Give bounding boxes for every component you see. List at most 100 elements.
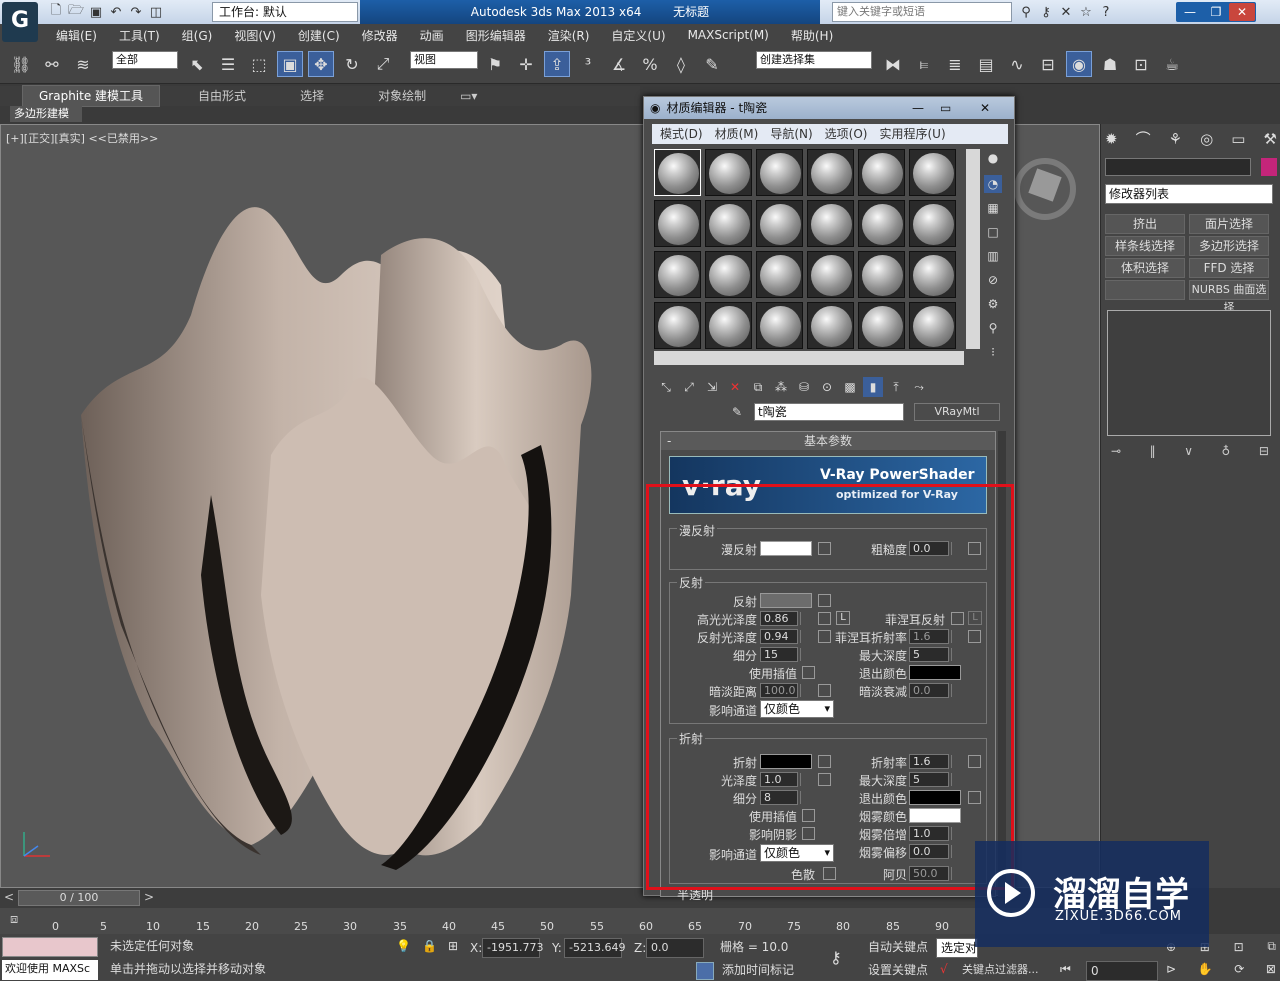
- go-to-parent-icon[interactable]: ⤒: [886, 377, 906, 397]
- display-tab-icon[interactable]: ▭: [1231, 130, 1245, 148]
- search-input[interactable]: 键入关键字或短语: [832, 2, 1012, 22]
- modifier-nurbs-select-button[interactable]: NURBS 曲面选择: [1189, 280, 1269, 314]
- show-end-result-icon[interactable]: ▮: [863, 377, 883, 397]
- me-menu-modes[interactable]: 模式(D): [660, 124, 703, 144]
- select-by-material-icon[interactable]: ⚲: [984, 319, 1002, 337]
- select-move-icon[interactable]: ✥: [308, 51, 334, 77]
- sample-slot[interactable]: [909, 200, 956, 247]
- remove-modifier-icon[interactable]: ♁: [1222, 444, 1231, 458]
- viewcube-icon[interactable]: [1014, 158, 1076, 220]
- sample-slots-vscroll[interactable]: [966, 149, 980, 349]
- modifier-vol-select-button[interactable]: 体积选择: [1105, 258, 1185, 278]
- pivot-center-icon[interactable]: ⚑: [482, 51, 508, 77]
- render-production-icon[interactable]: ☕: [1159, 51, 1185, 77]
- modifier-empty-button[interactable]: [1105, 280, 1185, 300]
- me-menu-options[interactable]: 选项(O): [825, 124, 868, 144]
- sample-slot-active[interactable]: [654, 149, 701, 196]
- configure-sets-icon[interactable]: ⊟: [1259, 444, 1269, 458]
- pan-icon[interactable]: ✋: [1198, 962, 1213, 976]
- material-id-icon[interactable]: ⊙: [817, 377, 837, 397]
- time-slider[interactable]: 0 / 100: [18, 890, 140, 906]
- sample-slot[interactable]: [858, 149, 905, 196]
- snap-toggle-icon[interactable]: ³: [575, 51, 601, 77]
- menu-animation[interactable]: 动画: [420, 27, 444, 44]
- lock-selection-icon[interactable]: 🔒: [422, 939, 437, 953]
- sample-slot[interactable]: [756, 251, 803, 298]
- manipulate-icon[interactable]: ✛: [513, 51, 539, 77]
- modifier-spline-select-button[interactable]: 样条线选择: [1105, 236, 1185, 256]
- ribbon-options-icon[interactable]: ▭▾: [460, 89, 477, 103]
- menu-create[interactable]: 创建(C): [298, 27, 340, 44]
- go-forward-sibling-icon[interactable]: ⤳: [909, 377, 929, 397]
- get-material-icon[interactable]: ⤡: [656, 377, 676, 397]
- save-icon[interactable]: ▣: [86, 3, 106, 21]
- key-filter-icon[interactable]: √: [940, 962, 948, 976]
- me-menu-navigation[interactable]: 导航(N): [770, 124, 812, 144]
- link-icon[interactable]: ⛓: [8, 51, 34, 77]
- new-file-icon[interactable]: 🗋: [46, 3, 66, 21]
- modifier-patch-select-button[interactable]: 面片选择: [1189, 214, 1269, 234]
- sample-slot[interactable]: [705, 200, 752, 247]
- sample-type-icon[interactable]: ●: [984, 149, 1002, 167]
- named-selection-dropdown[interactable]: 创建选择集: [756, 51, 872, 69]
- modifier-list-dropdown[interactable]: 修改器列表: [1105, 184, 1273, 204]
- graphite-toggle-icon[interactable]: ▤: [973, 51, 999, 77]
- sample-slot[interactable]: [807, 149, 854, 196]
- put-to-scene-icon[interactable]: ⤢: [679, 377, 699, 397]
- options-icon[interactable]: ⚙: [984, 295, 1002, 313]
- abs-mode-icon[interactable]: ⊞: [448, 939, 458, 953]
- tab-freeform[interactable]: 自由形式: [182, 86, 262, 106]
- menu-edit[interactable]: 编辑(E): [56, 27, 97, 44]
- auto-key-button[interactable]: 自动关键点: [864, 938, 932, 958]
- rollout-header[interactable]: - 基本参数: [661, 432, 995, 450]
- help-icon[interactable]: ?: [1096, 3, 1116, 21]
- undo-icon[interactable]: ↶: [106, 3, 126, 21]
- sample-slot[interactable]: [756, 149, 803, 196]
- menu-group[interactable]: 组(G): [182, 27, 213, 44]
- align-icon[interactable]: ⫢: [911, 51, 937, 77]
- app-logo-icon[interactable]: G: [2, 2, 38, 42]
- modifier-extrude-button[interactable]: 挤出: [1105, 214, 1185, 234]
- open-file-icon[interactable]: 🗁: [66, 3, 86, 21]
- track-bar-menu-icon[interactable]: ⧈: [10, 912, 18, 927]
- redo-icon[interactable]: ↷: [126, 3, 146, 21]
- object-color-swatch[interactable]: [1261, 158, 1277, 176]
- background-icon[interactable]: ▦: [984, 199, 1002, 217]
- material-name-field[interactable]: t陶瓷: [754, 403, 904, 421]
- reset-map-icon[interactable]: ✕: [725, 377, 745, 397]
- copy-material-icon[interactable]: ⧉: [748, 377, 768, 397]
- maxscript-listener-pink[interactable]: [2, 937, 98, 957]
- y-coord-field[interactable]: -5213.649: [564, 938, 625, 958]
- close-icon[interactable]: ✕: [1229, 3, 1255, 21]
- sample-slot[interactable]: [705, 302, 752, 349]
- layer-manager-icon[interactable]: ≣: [942, 51, 968, 77]
- tab-graphite[interactable]: Graphite 建模工具: [22, 85, 161, 107]
- menu-tools[interactable]: 工具(T): [119, 27, 160, 44]
- sample-slot[interactable]: [654, 200, 701, 247]
- motion-tab-icon[interactable]: ◎: [1200, 130, 1213, 148]
- pick-material-eyedropper-icon[interactable]: ✎: [732, 405, 742, 419]
- current-frame-field[interactable]: 0: [1086, 961, 1158, 981]
- sample-slot[interactable]: [858, 251, 905, 298]
- maximize-viewport-icon[interactable]: ⧉: [1267, 939, 1276, 954]
- modify-tab-icon[interactable]: ⌒: [1136, 128, 1151, 149]
- select-by-name-icon[interactable]: ☰: [215, 51, 241, 77]
- edit-named-sel-icon[interactable]: ✎: [699, 51, 725, 77]
- me-maximize-icon[interactable]: ▭: [940, 97, 951, 119]
- zoom-extents-icon[interactable]: ⊡: [1234, 940, 1244, 954]
- sample-slot[interactable]: [756, 200, 803, 247]
- rendered-frame-icon[interactable]: ⊡: [1128, 51, 1154, 77]
- angle-snap-icon[interactable]: ∡: [606, 51, 632, 77]
- sample-slot[interactable]: [654, 302, 701, 349]
- make-unique-icon[interactable]: ∨: [1184, 444, 1193, 458]
- percent-snap-icon[interactable]: %: [637, 51, 663, 77]
- video-color-check-icon[interactable]: ▥: [984, 247, 1002, 265]
- key-icon[interactable]: ⚷: [1036, 3, 1056, 21]
- create-tab-icon[interactable]: ✹: [1105, 130, 1118, 148]
- set-key-button[interactable]: 设置关键点: [864, 961, 932, 981]
- modifier-ffd-select-button[interactable]: FFD 选择: [1189, 258, 1269, 278]
- menu-help[interactable]: 帮助(H): [791, 27, 833, 44]
- make-unique-icon[interactable]: ⁂: [771, 377, 791, 397]
- time-tag-icon[interactable]: [696, 962, 714, 980]
- material-navigator-icon[interactable]: ⁝: [984, 343, 1002, 361]
